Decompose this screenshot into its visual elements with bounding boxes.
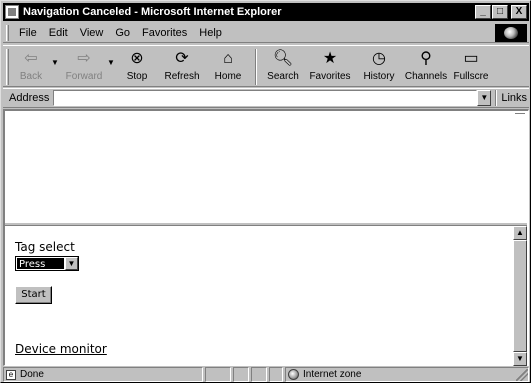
address-input[interactable] xyxy=(53,90,478,106)
resize-grip-icon[interactable] xyxy=(516,369,528,381)
tag-select-value: Press xyxy=(17,258,64,270)
refresh-label: Refresh xyxy=(164,71,200,82)
history-button[interactable]: ◷ History xyxy=(357,46,401,86)
address-label: Address xyxy=(9,92,50,104)
scroll-thumb[interactable] xyxy=(513,240,527,352)
tag-select-dropdown[interactable]: Press ▼ xyxy=(15,256,79,271)
channels-icon: ⚲ xyxy=(420,50,432,67)
globe-logo-icon xyxy=(504,27,518,39)
stop-icon: ⊗ xyxy=(130,50,144,67)
search-button[interactable]: 🔍︎ Search xyxy=(263,46,303,86)
menubar-grip[interactable] xyxy=(6,24,9,41)
forward-dropdown-arrow[interactable]: ▼ xyxy=(107,46,117,67)
top-frame-edge xyxy=(515,113,525,116)
chevron-down-icon[interactable]: ▼ xyxy=(65,257,78,270)
tag-select-label: Tag select xyxy=(15,240,75,254)
standard-toolbar: ⇦ Back ▼ ⇨ Forward ▼ ⊗ Stop ⟳ Refresh ⌂ … xyxy=(3,45,529,87)
forward-label: Forward xyxy=(65,71,103,82)
back-button[interactable]: ⇦ Back xyxy=(11,46,51,86)
home-icon: ⌂ xyxy=(223,50,233,67)
forward-arrow-icon: ⇨ xyxy=(77,50,91,67)
window-title: Navigation Canceled - Microsoft Internet… xyxy=(23,6,282,18)
favorites-button[interactable]: ★ Favorites xyxy=(303,46,357,86)
address-dropdown-button[interactable]: ▼ xyxy=(477,90,492,106)
refresh-button[interactable]: ⟳ Refresh xyxy=(157,46,207,86)
channels-button[interactable]: ⚲ Channels xyxy=(401,46,451,86)
status-extra-pane xyxy=(269,367,283,382)
browser-content: Tag select Press ▼ Start Device monitor … xyxy=(3,109,529,366)
vertical-scrollbar[interactable]: ▲ ▼ xyxy=(513,226,527,366)
history-label: History xyxy=(363,71,395,82)
menu-file[interactable]: File xyxy=(13,27,43,39)
top-frame xyxy=(5,111,527,222)
status-text: Done xyxy=(20,369,44,380)
fullscreen-icon: ▭ xyxy=(463,50,479,67)
home-label: Home xyxy=(214,71,242,82)
toolbar-grip[interactable] xyxy=(6,49,9,85)
scroll-up-icon[interactable]: ▲ xyxy=(513,226,527,240)
minimize-button[interactable]: _ xyxy=(475,5,491,19)
status-offline-pane xyxy=(233,367,249,382)
search-label: Search xyxy=(267,71,299,82)
ie-logo-throbber xyxy=(495,24,527,42)
favorites-label: Favorites xyxy=(309,71,351,82)
fullscreen-label: Fullscre xyxy=(453,71,489,82)
forward-button[interactable]: ⇨ Forward xyxy=(61,46,107,86)
ie-app-icon[interactable] xyxy=(5,5,19,19)
stop-button[interactable]: ⊗ Stop xyxy=(117,46,157,86)
internet-zone-globe-icon xyxy=(288,369,299,380)
channels-label: Channels xyxy=(404,71,448,82)
fullscreen-button[interactable]: ▭ Fullscre xyxy=(451,46,491,86)
menu-view[interactable]: View xyxy=(74,27,110,39)
back-dropdown-arrow[interactable]: ▼ xyxy=(51,46,61,67)
history-icon: ◷ xyxy=(372,50,386,67)
search-icon: 🔍︎ xyxy=(272,50,294,67)
close-button[interactable]: X xyxy=(511,5,527,19)
status-zone-pane: Internet zone xyxy=(285,367,529,382)
status-bar: e Done Internet zone xyxy=(3,367,529,382)
menu-go[interactable]: Go xyxy=(109,27,136,39)
links-separator xyxy=(495,90,498,106)
address-bar: Address ▼ Links xyxy=(3,88,529,108)
back-arrow-icon: ⇦ xyxy=(24,50,38,67)
refresh-icon: ⟳ xyxy=(175,50,189,67)
stop-label: Stop xyxy=(126,71,148,82)
bottom-frame: Tag select Press ▼ Start Device monitor … xyxy=(5,226,527,366)
menu-edit[interactable]: Edit xyxy=(43,27,74,39)
back-label: Back xyxy=(19,71,43,82)
home-button[interactable]: ⌂ Home xyxy=(207,46,249,86)
status-main-pane: e Done xyxy=(3,367,203,382)
status-progress-pane xyxy=(205,367,231,382)
toolbar-separator xyxy=(255,49,257,85)
favorites-folder-icon: ★ xyxy=(322,50,338,67)
start-button[interactable]: Start xyxy=(15,286,52,304)
status-zone-text: Internet zone xyxy=(303,369,362,380)
menu-bar: File Edit View Go Favorites Help xyxy=(3,23,529,43)
links-button[interactable]: Links xyxy=(501,92,527,104)
status-security-pane xyxy=(251,367,267,382)
menu-favorites[interactable]: Favorites xyxy=(136,27,193,39)
title-bar[interactable]: Navigation Canceled - Microsoft Internet… xyxy=(3,3,529,21)
maximize-button[interactable]: □ xyxy=(492,5,508,19)
page-done-icon: e xyxy=(6,369,16,380)
scroll-down-icon[interactable]: ▼ xyxy=(513,352,527,366)
menu-help[interactable]: Help xyxy=(193,27,228,39)
browser-window: Navigation Canceled - Microsoft Internet… xyxy=(0,0,531,383)
device-monitor-link[interactable]: Device monitor xyxy=(15,342,107,356)
